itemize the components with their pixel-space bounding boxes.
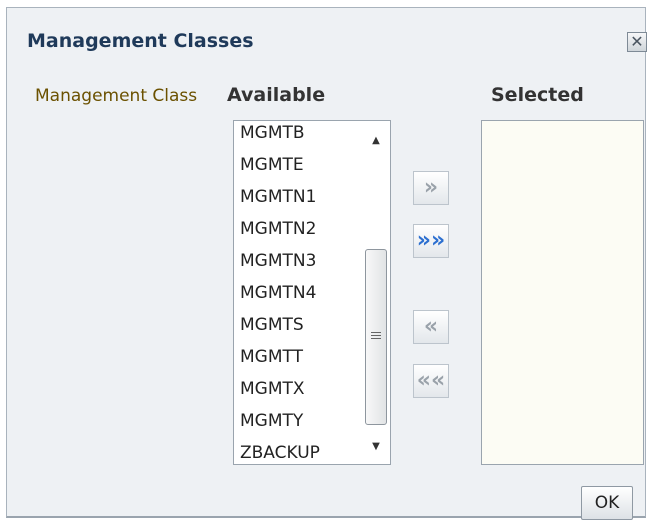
page-backdrop	[0, 0, 648, 6]
list-item[interactable]: MGMTS	[240, 309, 360, 341]
grip-icon	[371, 332, 381, 341]
chevron-right-icon[interactable]: »	[413, 171, 449, 205]
list-item[interactable]: MGMTN4	[240, 277, 360, 309]
list-item[interactable]: MGMTN3	[240, 245, 360, 277]
available-listbox[interactable]: MGMTB MGMTE MGMTN1 MGMTN2 MGMTN3 MGMTN4 …	[233, 120, 391, 465]
close-icon[interactable]: ✕	[627, 32, 647, 52]
scroll-down-icon[interactable]: ▼	[368, 439, 384, 455]
selected-header: Selected	[491, 84, 584, 106]
management-classes-dialog: Management Classes ✕ Management Class Av…	[6, 7, 647, 520]
list-item[interactable]: MGMTN1	[240, 181, 360, 213]
selected-listbox[interactable]	[481, 120, 644, 465]
list-item[interactable]: MGMTE	[240, 149, 360, 181]
scroll-thumb[interactable]	[365, 249, 387, 425]
dialog-title: Management Classes	[27, 30, 254, 52]
double-chevron-right-icon[interactable]: »»	[413, 224, 449, 258]
scroll-up-icon[interactable]: ▲	[368, 133, 384, 149]
double-chevron-left-icon[interactable]: ««	[413, 364, 449, 398]
list-item[interactable]: MGMTB	[240, 121, 360, 149]
available-list: MGMTB MGMTE MGMTN1 MGMTN2 MGMTN3 MGMTN4 …	[240, 121, 360, 464]
list-item[interactable]: MGMTY	[240, 405, 360, 437]
list-item[interactable]: MGMTN2	[240, 213, 360, 245]
available-header: Available	[227, 84, 326, 106]
list-item[interactable]: MGMTX	[240, 373, 360, 405]
available-scrollbar[interactable]: ▲ ▼	[362, 121, 390, 464]
management-class-label: Management Class	[35, 86, 198, 106]
ok-button[interactable]: OK	[581, 486, 633, 520]
list-item[interactable]: MGMTT	[240, 341, 360, 373]
chevron-left-icon[interactable]: «	[413, 310, 449, 344]
list-item[interactable]: ZBACKUP	[240, 437, 360, 464]
